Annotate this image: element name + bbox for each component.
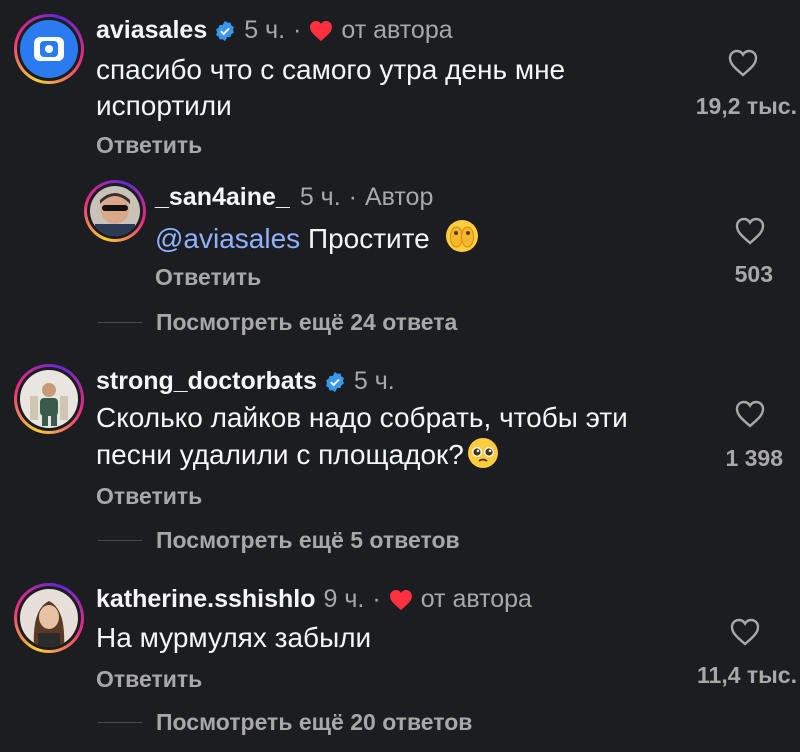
avatar-san4aine[interactable] [84,180,146,242]
username[interactable]: aviasales [96,16,207,45]
reply-button[interactable]: Ответить [155,264,261,291]
like-count: 1 398 [725,445,783,471]
avatar-aviasales[interactable] [14,14,84,84]
verified-badge-icon [325,371,344,392]
like-count: 503 [734,261,773,287]
separator: · [348,183,357,211]
separator: · [372,585,381,613]
like-count: 19,2 тыс. [695,93,797,119]
mention-link[interactable]: @aviasales [155,223,300,254]
username[interactable]: katherine.sshishlo [96,585,316,614]
like-heart-icon[interactable] [729,617,761,647]
username[interactable]: _san4aine_ [155,183,290,212]
view-more-replies-label: Посмотреть ещё 24 ответа [156,309,458,335]
author-heart-icon [310,20,333,41]
face-with-hands-emoji-icon [445,220,478,252]
separator: · [293,16,302,44]
username[interactable]: strong_doctorbats [96,367,317,396]
replies-divider [98,322,142,323]
liked-by-author-label: от автора [420,585,532,613]
verified-badge-icon [216,20,235,41]
like-count: 11,4 тыс. [697,662,797,688]
view-more-replies[interactable]: Посмотреть ещё 24 ответа [98,309,457,336]
comment-time: 5 ч. [299,183,341,211]
reply-button[interactable]: Ответить [96,666,202,693]
comment-text: На мурмулях забыли [96,622,372,653]
reply-button[interactable]: Ответить [96,483,202,510]
liked-by-author-label: от автора [341,16,453,44]
comment-time: 5 ч. [244,16,286,44]
view-more-replies[interactable]: Посмотреть ещё 20 ответов [98,709,472,736]
pleading-face-emoji-icon [467,438,498,468]
comment-text-body: Простите [307,223,430,254]
view-more-replies[interactable]: Посмотреть ещё 5 ответов [98,527,460,554]
comment-text: Сколько лайков надо собрать, чтобы эти п… [96,400,696,473]
like-heart-icon[interactable] [727,48,759,78]
comment-text: спасибо что с самого утра день мне испор… [96,54,566,121]
avatar-strong-doctorbats[interactable] [14,364,84,434]
reply-button[interactable]: Ответить [96,132,202,159]
comment-time: 5 ч. [353,367,395,395]
like-heart-icon[interactable] [734,399,766,429]
like-heart-icon[interactable] [734,216,766,246]
replies-divider [98,722,142,723]
comment-text: @aviasales Простите [155,218,480,257]
comment-text-body: Сколько лайков надо собрать, чтобы эти п… [96,402,628,470]
author-heart-icon [389,589,412,610]
view-more-replies-label: Посмотреть ещё 5 ответов [156,527,460,553]
avatar-katherine-sshishlo[interactable] [14,583,84,653]
author-label: Автор [364,183,434,211]
view-more-replies-label: Посмотреть ещё 20 ответов [156,709,473,735]
comment-time: 9 ч. [323,585,365,613]
replies-divider [98,540,142,541]
